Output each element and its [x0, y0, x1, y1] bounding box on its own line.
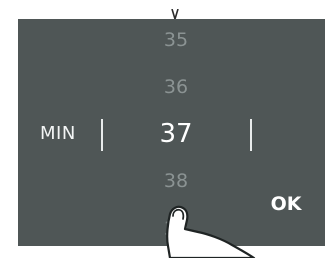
selection-divider-left: [101, 119, 103, 151]
minute-option[interactable]: 35: [126, 27, 226, 53]
minute-option-selected[interactable]: 37: [126, 117, 226, 151]
ok-button[interactable]: OK: [262, 188, 310, 220]
minute-option[interactable]: 38: [126, 168, 226, 194]
minute-option[interactable]: 36: [126, 74, 226, 100]
unit-label: MIN: [40, 123, 76, 144]
top-strip: [0, 0, 325, 19]
pin-marker-icon: [171, 9, 179, 19]
selection-divider-right: [250, 119, 252, 151]
hand-pointer-icon: [166, 205, 256, 258]
